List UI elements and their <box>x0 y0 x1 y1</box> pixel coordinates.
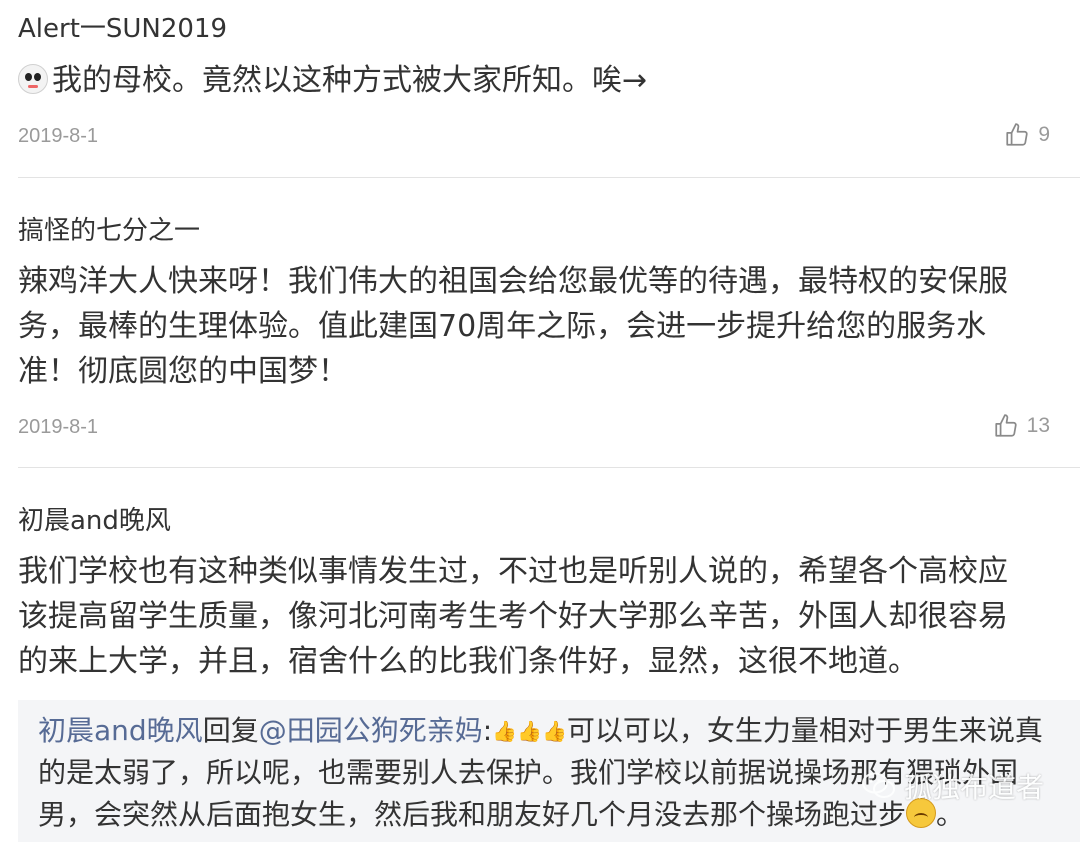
reply-mention-link[interactable]: @田园公狗死亲妈 <box>259 714 483 747</box>
comment-date: 2019-8-1 <box>18 416 99 438</box>
wechat-logo-icon <box>861 772 895 798</box>
like-button[interactable]: 9 <box>1004 122 1050 148</box>
comment-text-line: 的来上大学，并且，宿舍什么的比我们条件好，显然，这很不地道。 <box>18 644 918 679</box>
like-count: 9 <box>1038 123 1050 146</box>
reply-author-link[interactable]: 初晨and晚风 <box>38 714 203 747</box>
like-count: 13 <box>1026 414 1050 437</box>
comment-username[interactable]: 初晨and晚风 <box>18 500 171 537</box>
comment-text-line: 该提高留学生质量，像河北河南考生考个好大学那么辛苦，外国人却很容易 <box>18 599 1008 634</box>
comment-text-line: 辣鸡洋大人快来呀！我们伟大的祖国会给您最优等的待遇，最特权的安保服 <box>18 264 1008 299</box>
comment-text-line: 务，最棒的生理体验。值此建国70周年之际，会进一步提升给您的服务水 <box>18 309 987 344</box>
comment-username[interactable]: 搞怪的七分之一 <box>18 210 200 247</box>
panda-face-icon <box>18 64 48 94</box>
comment-username[interactable]: Alert一SUN2019 <box>18 8 227 45</box>
thumbs-up-icon <box>1006 123 1028 146</box>
divider <box>18 467 1080 468</box>
comment-text: 我的母校。竟然以这种方式被大家所知。唉→ <box>18 58 647 103</box>
comment-text-line: 准！彻底圆您的中国梦！ <box>18 354 348 389</box>
thumbs-up-emoji: 👍 <box>492 719 518 743</box>
thumbs-up-emoji: 👍 <box>541 719 567 743</box>
like-button[interactable]: 13 <box>993 413 1050 439</box>
watermark-text: 孤独布道者 <box>903 771 1044 804</box>
comment-date: 2019-8-1 <box>18 125 99 147</box>
reply-colon: : <box>482 714 493 747</box>
watermark: 孤独布道者 <box>861 766 1044 806</box>
divider <box>18 177 1080 178</box>
comment-text-line: 我的母校。竟然以这种方式被大家所知。唉→ <box>52 63 648 98</box>
reply-line3: 男，会突然从后面抱女生，然后我和朋友好几个月没去那个操场跑过步 <box>38 798 907 831</box>
thumbs-up-icon <box>995 414 1017 437</box>
comment-text-line: 我们学校也有这种类似事情发生过，不过也是听别人说的，希望各个高校应 <box>18 554 1008 589</box>
reply-verb: 回复 <box>202 714 259 747</box>
reply-line1-rest: 可以可以，女生力量相对于男生来说真 <box>566 714 1043 747</box>
thumbs-up-emoji: 👍 <box>517 719 542 743</box>
